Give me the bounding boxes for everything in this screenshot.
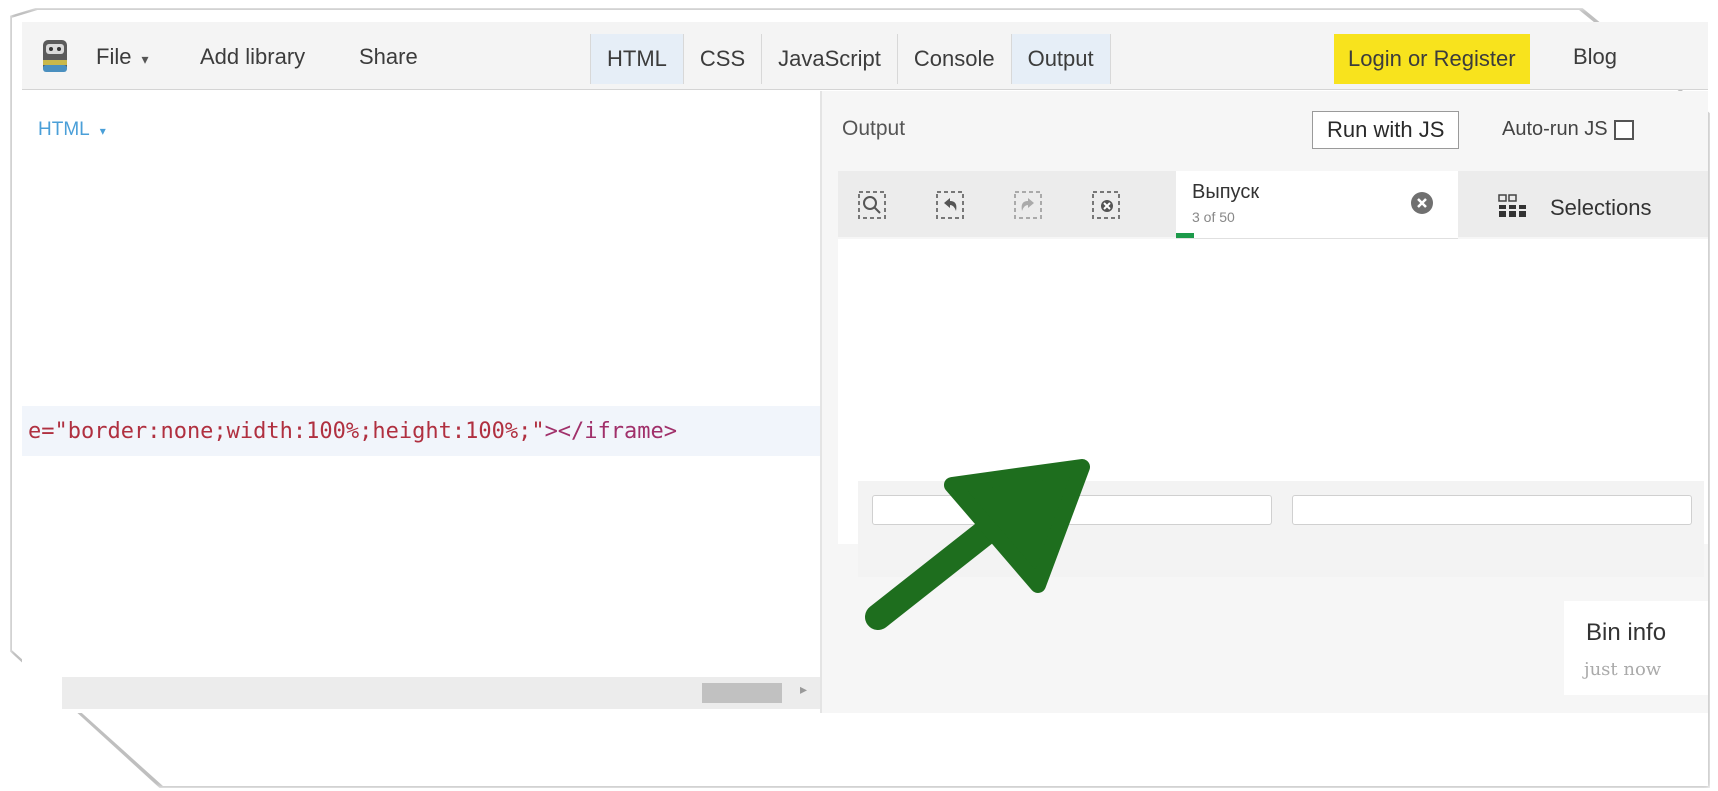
run-with-js-button[interactable]: Run with JS xyxy=(1312,111,1460,149)
tab-console[interactable]: Console xyxy=(896,34,1011,84)
close-icon[interactable] xyxy=(1410,191,1434,215)
tab-css[interactable]: CSS xyxy=(682,34,762,84)
undo-select-icon[interactable] xyxy=(934,189,966,221)
clear-select-icon[interactable] xyxy=(1090,189,1122,221)
html-editor-pane[interactable]: HTML ▾ e="border:none;width:100%;height:1… xyxy=(22,91,820,713)
release-title: Выпуск xyxy=(1192,181,1260,203)
auto-run-checkbox[interactable] xyxy=(1613,119,1634,140)
code-closing-tag: ></iframe> xyxy=(544,418,678,444)
scroll-right-icon[interactable]: ▸ xyxy=(800,681,807,698)
html-pane-label: HTML xyxy=(38,119,90,140)
tab-html[interactable]: HTML xyxy=(590,34,683,84)
caret-down-icon: ▾ xyxy=(141,51,149,67)
share-menu[interactable]: Share xyxy=(359,44,418,70)
file-menu[interactable]: File ▾ xyxy=(96,44,148,70)
code-line[interactable]: e="border:none;width:100%;height:100%;" >… xyxy=(22,406,820,456)
scrollbar-thumb[interactable] xyxy=(702,683,782,703)
release-tag[interactable]: Выпуск 3 of 50 xyxy=(1176,171,1458,239)
selections-icon[interactable] xyxy=(1496,193,1528,219)
redo-select-icon[interactable] xyxy=(1012,189,1044,221)
caret-down-icon: ▾ xyxy=(99,124,106,138)
selections-label[interactable]: Selections xyxy=(1550,195,1652,221)
code-attribute: e="border:none;width:100%;height:100%;" xyxy=(28,418,545,444)
panel-tabs: HTML CSS JavaScript Console Output xyxy=(590,34,1111,84)
html-pane-menu[interactable]: HTML ▾ xyxy=(38,119,106,141)
annotation-arrow-icon xyxy=(865,459,1090,630)
tab-output[interactable]: Output xyxy=(1010,34,1111,84)
selection-toolbar: Выпуск 3 of 50 Selections xyxy=(838,171,1708,239)
top-menu-bar: File ▾ Add library Share HTML CSS JavaScr… xyxy=(22,22,1708,90)
zoom-select-icon[interactable] xyxy=(856,189,888,221)
login-register-button[interactable]: Login or Register xyxy=(1334,34,1530,84)
release-count: 3 of 50 xyxy=(1192,209,1235,225)
auto-run-label: Auto-run JS xyxy=(1502,118,1608,140)
add-library-menu[interactable]: Add library xyxy=(200,44,305,70)
bin-info-timestamp: just now xyxy=(1584,659,1662,680)
horizontal-scrollbar[interactable]: ▸ xyxy=(62,677,820,709)
release-progress-bar xyxy=(1176,233,1194,238)
output-label: Output xyxy=(842,117,906,140)
bin-info-panel[interactable]: Bin info just now xyxy=(1564,601,1708,695)
file-menu-label: File xyxy=(96,44,132,69)
tab-javascript[interactable]: JavaScript xyxy=(761,34,897,84)
bin-info-title: Bin info xyxy=(1586,619,1667,646)
jsbin-logo-icon[interactable] xyxy=(40,38,70,74)
auto-run-toggle[interactable]: Auto-run JS xyxy=(1502,118,1634,141)
blog-link[interactable]: Blog xyxy=(1573,44,1617,70)
preview-input-2[interactable] xyxy=(1292,495,1692,525)
